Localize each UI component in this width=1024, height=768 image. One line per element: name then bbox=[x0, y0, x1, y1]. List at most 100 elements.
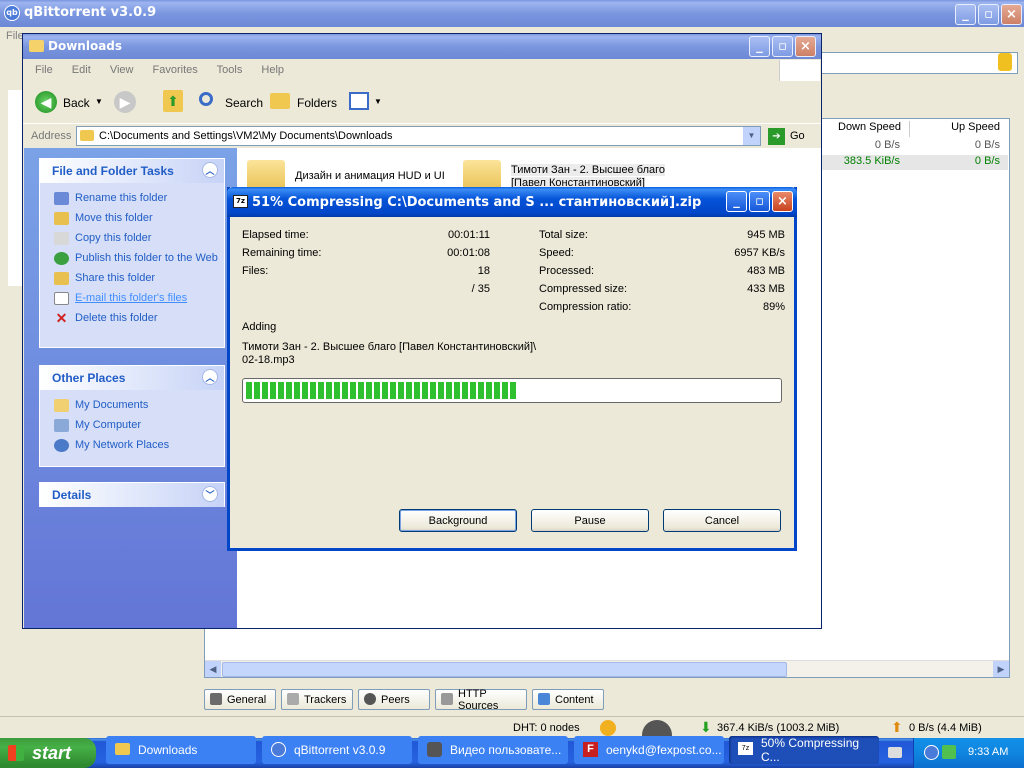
task-pane: File and Folder Tasks ︿ Rename this folde… bbox=[24, 148, 237, 628]
up-folder-icon[interactable]: ⬆ bbox=[163, 90, 183, 112]
menu-edit[interactable]: Edit bbox=[72, 64, 91, 76]
upload-speed-status: 0 B/s (4.4 MiB) bbox=[909, 722, 982, 734]
place-my-computer[interactable]: My Computer bbox=[40, 419, 224, 432]
go-arrow-icon[interactable]: ➔ bbox=[768, 128, 785, 145]
forward-button[interactable]: ▶ bbox=[114, 91, 136, 113]
taskbar-button-qbittorrent[interactable]: qBittorrent v3.0.9 bbox=[262, 736, 412, 764]
task-publish-web[interactable]: Publish this folder to the Web bbox=[40, 252, 224, 265]
video-icon bbox=[427, 742, 442, 757]
file-folder-tasks-header[interactable]: File and Folder Tasks ︿ bbox=[40, 159, 224, 183]
qb-horizontal-scrollbar[interactable]: ◀ ▶ bbox=[205, 660, 1009, 677]
tab-general[interactable]: General bbox=[204, 689, 276, 710]
qb-minimize-button[interactable]: _ bbox=[955, 4, 976, 25]
my-computer-icon bbox=[54, 419, 69, 432]
explorer-minimize-button[interactable]: _ bbox=[749, 36, 770, 57]
dialog-title: 51% Compressing C:\Documents and S ... с… bbox=[252, 195, 702, 210]
stat-label: Files: bbox=[242, 265, 269, 277]
qb-maximize-button[interactable]: ▫ bbox=[978, 4, 999, 25]
stat-value: 18 bbox=[477, 265, 490, 277]
taskbar-button-compressing[interactable]: 7z 50% Compressing C... bbox=[729, 736, 879, 764]
stat-label: Processed: bbox=[539, 265, 595, 277]
details-header[interactable]: Details ﹀ bbox=[40, 483, 224, 507]
network-tray-icon[interactable] bbox=[942, 745, 956, 759]
menu-view[interactable]: View bbox=[110, 64, 134, 76]
address-value: C:\Documents and Settings\VM2\My Documen… bbox=[99, 130, 393, 142]
table-row[interactable]: 383.5 KiB/s 0 B/s bbox=[820, 155, 1008, 170]
place-my-documents[interactable]: My Documents bbox=[40, 399, 224, 412]
views-button[interactable]: ▼ bbox=[349, 92, 383, 112]
general-icon bbox=[210, 693, 222, 705]
task-rename-folder[interactable]: Rename this folder bbox=[40, 192, 224, 205]
task-email-files[interactable]: E-mail this folder's files bbox=[40, 292, 224, 305]
explorer-maximize-button[interactable]: ▫ bbox=[772, 36, 793, 57]
taskbar-button-video[interactable]: Видео пользовате... bbox=[418, 736, 568, 764]
7zip-icon: 7z bbox=[738, 742, 753, 755]
dialog-titlebar[interactable]: 7z 51% Compressing C:\Documents and S ..… bbox=[227, 187, 797, 217]
explorer-close-button[interactable]: × bbox=[795, 36, 816, 57]
qb-search-box[interactable] bbox=[820, 52, 1018, 74]
taskbar: start Downloads qBittorrent v3.0.9 Видео… bbox=[0, 736, 1024, 768]
qb-close-button[interactable]: × bbox=[1001, 4, 1022, 25]
taskbar-button-downloads[interactable]: Downloads bbox=[106, 736, 256, 764]
tab-trackers[interactable]: Trackers bbox=[281, 689, 353, 710]
address-field[interactable]: C:\Documents and Settings\VM2\My Documen… bbox=[76, 126, 761, 146]
stat-value: 483 MB bbox=[747, 265, 785, 277]
chevron-up-icon[interactable]: ︿ bbox=[202, 369, 218, 385]
address-bar: Address C:\Documents and Settings\VM2\My… bbox=[23, 123, 821, 148]
stat-value: 945 MB bbox=[747, 229, 785, 241]
task-copy-folder[interactable]: Copy this folder bbox=[40, 232, 224, 245]
stat-value: 00:01:08 bbox=[447, 247, 490, 259]
qb-col-header-down[interactable]: Down Speed bbox=[820, 121, 910, 137]
qbittorrent-icon bbox=[271, 742, 286, 757]
keyboard-icon[interactable] bbox=[888, 747, 902, 758]
move-icon bbox=[54, 212, 69, 225]
scroll-right-arrow[interactable]: ▶ bbox=[993, 661, 1009, 677]
other-places-header[interactable]: Other Places ︿ bbox=[40, 366, 224, 390]
dialog-close-button[interactable]: × bbox=[772, 191, 793, 212]
dialog-maximize-button[interactable]: ▫ bbox=[749, 191, 770, 212]
folders-button[interactable]: Folders bbox=[270, 90, 340, 116]
explorer-menu-bar: File Edit View Favorites Tools Help bbox=[35, 64, 300, 76]
details-panel: Details ﹀ bbox=[39, 482, 225, 507]
scroll-left-arrow[interactable]: ◀ bbox=[205, 661, 221, 677]
folder-name: Дизайн и анимация HUD и UI bbox=[295, 170, 445, 182]
go-button[interactable]: Go bbox=[790, 130, 805, 142]
row-up-speed: 0 B/s bbox=[974, 139, 1000, 151]
place-my-network[interactable]: My Network Places bbox=[40, 439, 224, 452]
task-move-folder[interactable]: Move this folder bbox=[40, 212, 224, 225]
qb-col-header-up[interactable]: Up Speed bbox=[910, 121, 1002, 137]
background-button[interactable]: Background bbox=[399, 509, 517, 532]
clock[interactable]: 9:33 AM bbox=[968, 746, 1008, 758]
folders-label: Folders bbox=[297, 96, 338, 110]
address-dropdown-button[interactable]: ▼ bbox=[743, 127, 760, 145]
menu-tools[interactable]: Tools bbox=[217, 64, 243, 76]
search-button[interactable]: Search bbox=[197, 90, 263, 116]
task-share-folder[interactable]: Share this folder bbox=[40, 272, 224, 285]
windows-logo-icon bbox=[779, 60, 820, 81]
qbittorrent-titlebar[interactable]: qb qBittorrent v3.0.9 _ ▫ × bbox=[0, 0, 1024, 27]
http-sources-icon bbox=[441, 693, 453, 705]
task-delete-folder[interactable]: ✕ Delete this folder bbox=[40, 311, 224, 325]
menu-favorites[interactable]: Favorites bbox=[153, 64, 198, 76]
7zip-icon: 7z bbox=[233, 195, 248, 208]
row-down-speed: 383.5 KiB/s bbox=[843, 155, 900, 167]
table-row[interactable]: 0 B/s 0 B/s bbox=[820, 139, 1008, 154]
start-button[interactable]: start bbox=[0, 738, 96, 768]
menu-file[interactable]: File bbox=[35, 64, 53, 76]
explorer-titlebar[interactable]: Downloads _ ▫ × bbox=[23, 34, 821, 59]
chevron-up-icon[interactable]: ︿ bbox=[202, 162, 218, 178]
taskbar-button-filezilla[interactable]: Foenykd@fexpost.co... bbox=[574, 736, 724, 764]
qbittorrent-tray-icon[interactable] bbox=[924, 745, 939, 760]
pause-button[interactable]: Pause bbox=[531, 509, 649, 532]
cancel-button[interactable]: Cancel bbox=[663, 509, 781, 532]
menu-help[interactable]: Help bbox=[261, 64, 284, 76]
tab-peers[interactable]: Peers bbox=[358, 689, 430, 710]
back-button[interactable]: ◀ Back ▼ bbox=[35, 90, 105, 116]
qb-lock-icon bbox=[998, 53, 1012, 71]
tab-content[interactable]: Content bbox=[532, 689, 604, 710]
tab-http-sources[interactable]: HTTP Sources bbox=[435, 688, 527, 712]
dialog-minimize-button[interactable]: _ bbox=[726, 191, 747, 212]
left-stats: Elapsed time: 00:01:11 Remaining time: 00:… bbox=[242, 229, 490, 301]
chevron-down-icon[interactable]: ﹀ bbox=[202, 486, 218, 502]
scroll-thumb[interactable] bbox=[222, 662, 787, 677]
